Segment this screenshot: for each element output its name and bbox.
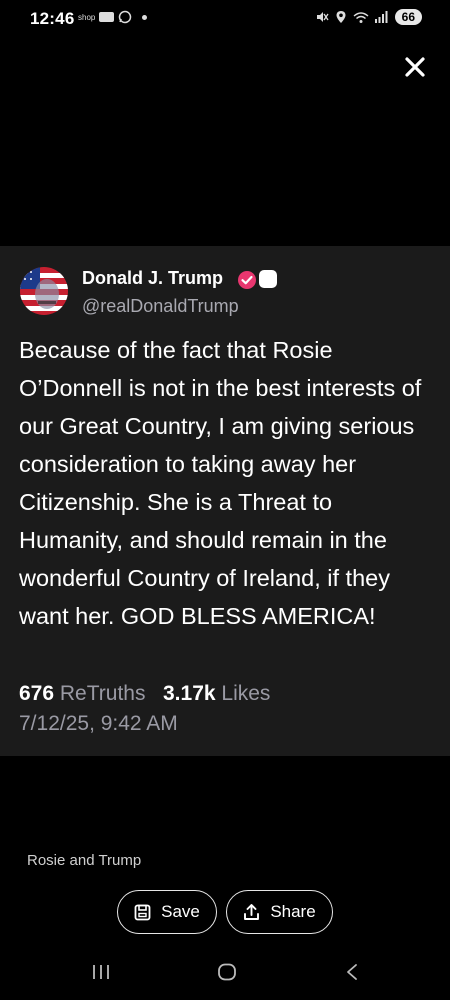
avatar[interactable] — [20, 267, 68, 315]
affiliation-badge-icon — [259, 270, 277, 288]
post-timestamp: 7/12/25, 9:42 AM — [19, 712, 178, 735]
more-notifications-icon — [142, 14, 148, 20]
back-icon[interactable] — [345, 963, 359, 981]
battery-indicator: 66 — [394, 9, 422, 25]
app-notification-icon — [99, 12, 115, 22]
system-icons: 66 — [315, 9, 422, 25]
location-icon — [336, 11, 346, 23]
caption: Rosie and Trump — [27, 852, 142, 869]
close-icon[interactable] — [403, 55, 427, 79]
shop-notification-icon: shop — [78, 12, 96, 22]
likes-count[interactable]: 3.17k — [163, 682, 216, 705]
post-stats: 676 ReTruths 3.17k Likes — [19, 682, 270, 706]
retruths-label[interactable]: ReTruths — [60, 682, 146, 705]
signal-icon — [374, 11, 388, 23]
likes-label[interactable]: Likes — [221, 682, 270, 705]
status-time: 12:46 — [30, 9, 75, 28]
user-handle[interactable]: @realDonaldTrump — [82, 296, 239, 317]
status-bar: 12:46 shop 66 — [0, 0, 450, 38]
mute-icon — [316, 12, 329, 22]
display-name[interactable]: Donald J. Trump — [82, 268, 223, 289]
verified-icon — [238, 271, 256, 289]
save-button[interactable]: Save — [117, 890, 217, 934]
share-button[interactable]: Share — [226, 890, 333, 934]
save-icon — [134, 904, 151, 920]
wifi-icon — [353, 11, 369, 23]
notification-icons: shop — [78, 10, 148, 24]
share-icon — [244, 904, 260, 920]
save-label: Save — [161, 902, 200, 921]
retruths-count[interactable]: 676 — [19, 682, 54, 705]
post-text: Because of the fact that Rosie O’Donnell… — [19, 337, 422, 629]
recents-icon[interactable] — [92, 963, 110, 981]
whatsapp-icon — [119, 10, 132, 24]
share-label: Share — [270, 902, 316, 921]
home-icon[interactable] — [217, 963, 237, 981]
